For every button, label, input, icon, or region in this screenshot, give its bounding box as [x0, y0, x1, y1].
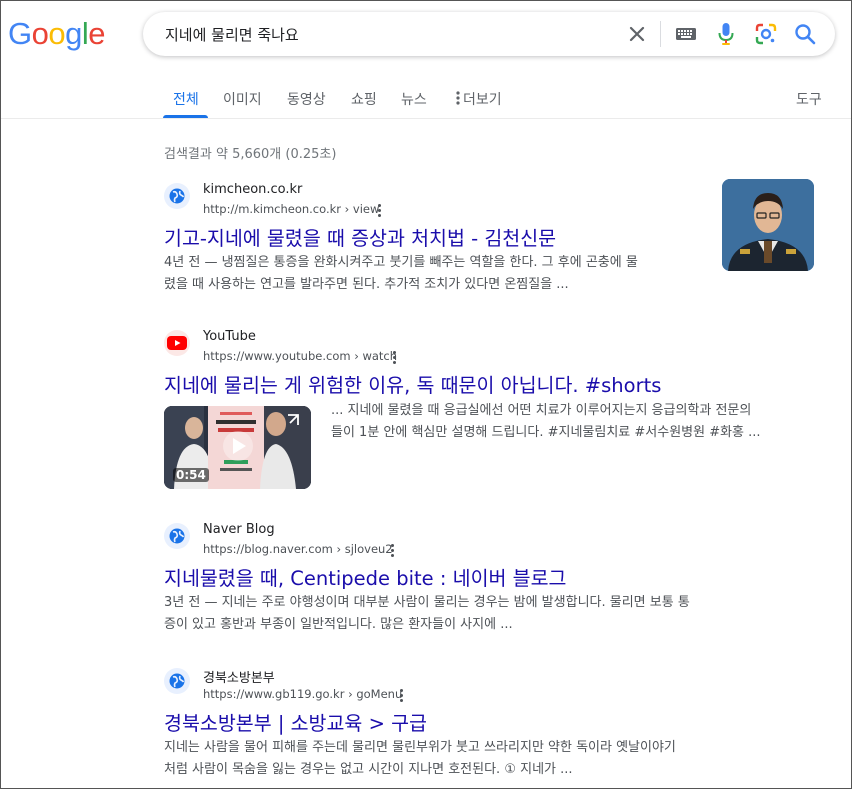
- microphone-icon[interactable]: [714, 22, 738, 46]
- result-site-name[interactable]: 경북소방본부: [203, 667, 275, 686]
- video-duration: 0:54: [173, 468, 209, 482]
- more-options-icon[interactable]: [388, 348, 400, 366]
- result-title[interactable]: 경북소방본부 | 소방교육 > 구급: [164, 707, 427, 736]
- tab-news[interactable]: 뉴스: [401, 89, 427, 109]
- result-snippet: ... 지네에 물렸을 때 응급실에선 어떤 치료가 이루어지는지 응급의학과 …: [331, 400, 821, 444]
- result-title[interactable]: 지네물렸을 때, Centipede bite : 네이버 블로그: [164, 562, 566, 591]
- search-result: 경북소방본부 https://www.gb119.go.kr › goMenu …: [164, 668, 819, 783]
- search-input[interactable]: [165, 22, 605, 46]
- more-vert-icon: [456, 91, 460, 109]
- snippet-line: 3년 전 — 지네는 주로 야행성이며 대부분 사람이 물리는 경우는 밤에 발…: [164, 595, 690, 610]
- result-site-name[interactable]: YouTube: [203, 329, 256, 344]
- search-result: Naver Blog https://blog.naver.com › sjlo…: [164, 522, 819, 638]
- result-snippet: 4년 전 — 냉찜질은 통증을 완화시켜주고 붓기를 빼주는 역할을 한다. 그…: [164, 252, 638, 296]
- result-url[interactable]: https://www.gb119.go.kr › goMenu: [203, 687, 402, 701]
- search-divider: [660, 21, 661, 47]
- search-icon[interactable]: [793, 22, 817, 46]
- result-title[interactable]: 기고-지네에 물렸을 때 증상과 처치법 - 김천신문: [164, 222, 556, 251]
- tab-images[interactable]: 이미지: [223, 89, 262, 109]
- more-options-icon[interactable]: [395, 686, 407, 704]
- result-url[interactable]: https://blog.naver.com › sjloveu2: [203, 542, 393, 556]
- tab-all[interactable]: 전체: [173, 89, 199, 109]
- search-result: kimcheon.co.kr http://m.kimcheon.co.kr ›…: [164, 182, 819, 298]
- result-stats: 검색결과 약 5,660개 (0.25초): [164, 147, 337, 162]
- search-tabs: 전체 이미지 동영상 쇼핑 뉴스 더보기 도구: [0, 86, 852, 118]
- globe-icon: [164, 668, 190, 694]
- result-site-name[interactable]: Naver Blog: [203, 522, 275, 537]
- tabs-divider: [0, 118, 852, 119]
- result-site-name[interactable]: kimcheon.co.kr: [203, 182, 302, 197]
- search-box: [143, 12, 835, 56]
- google-lens-icon[interactable]: [754, 22, 778, 46]
- snippet-line: 처럼 사람이 목숨을 잃는 경우는 없고 시간이 지나면 호전된다. ① 지네가…: [164, 762, 573, 777]
- tools-button[interactable]: 도구: [796, 89, 822, 109]
- more-options-icon[interactable]: [373, 201, 385, 219]
- globe-icon: [164, 523, 190, 549]
- snippet-line: 렸을 때 사용하는 연고를 발라주면 된다. 추가적 조치가 있다면 온찜질을 …: [164, 277, 569, 292]
- video-thumbnail[interactable]: 0:54: [164, 406, 311, 489]
- tab-videos[interactable]: 동영상: [287, 89, 326, 109]
- tab-shopping[interactable]: 쇼핑: [351, 89, 377, 109]
- search-result: YouTube https://www.youtube.com › watch …: [164, 329, 819, 402]
- clear-icon[interactable]: [625, 22, 649, 46]
- result-url[interactable]: http://m.kimcheon.co.kr › view: [203, 202, 379, 216]
- result-title[interactable]: 지네에 물리는 게 위험한 이유, 독 때문이 아닙니다. #shorts: [164, 369, 661, 398]
- snippet-line: ... 지네에 물렸을 때 응급실에선 어떤 치료가 이루어지는지 응급의학과 …: [331, 403, 752, 418]
- google-logo[interactable]: Google: [8, 16, 106, 52]
- youtube-icon: [164, 330, 190, 356]
- result-snippet: 지네는 사람을 물어 피해를 주는데 물리면 물린부위가 붓고 쓰라리지만 약한…: [164, 737, 804, 781]
- tab-more[interactable]: 더보기: [456, 89, 502, 109]
- result-url[interactable]: https://www.youtube.com › watch: [203, 349, 397, 363]
- more-options-icon[interactable]: [386, 541, 398, 559]
- tab-more-label: 더보기: [463, 92, 502, 108]
- result-thumbnail[interactable]: [722, 179, 814, 271]
- globe-icon: [164, 183, 190, 209]
- snippet-line: 지네는 사람을 물어 피해를 주는데 물리면 물린부위가 붓고 쓰라리지만 약한…: [164, 740, 676, 755]
- snippet-line: 들이 1분 안에 핵심만 설명해 드립니다. #지네물림치료 #서수원병원 #화…: [331, 425, 761, 440]
- snippet-line: 증이 있고 홍반과 부종이 일반적입니다. 많은 환자들이 사지에 ...: [164, 617, 513, 632]
- result-snippet: 3년 전 — 지네는 주로 야행성이며 대부분 사람이 물리는 경우는 밤에 발…: [164, 592, 804, 636]
- snippet-line: 4년 전 — 냉찜질은 통증을 완화시켜주고 붓기를 빼주는 역할을 한다. 그…: [164, 255, 638, 270]
- keyboard-icon[interactable]: [674, 22, 698, 46]
